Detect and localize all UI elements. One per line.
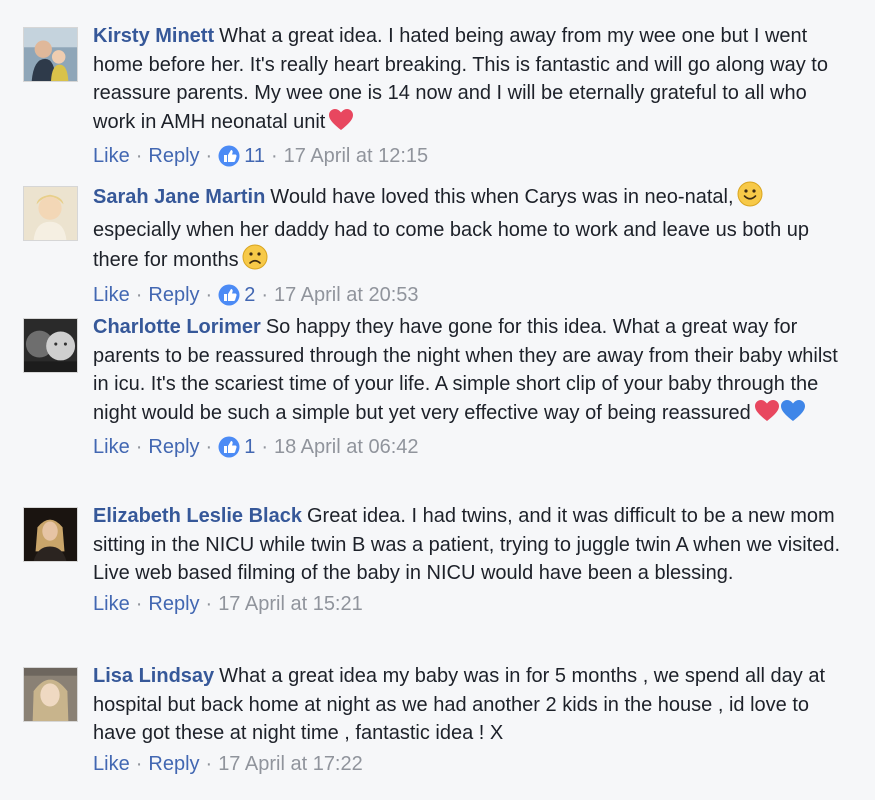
like-link[interactable]: Like <box>93 593 130 615</box>
reply-link[interactable]: Reply <box>148 145 199 167</box>
comment-author[interactable]: Charlotte Lorimer <box>93 316 261 338</box>
avatar[interactable] <box>23 186 78 241</box>
like-reaction-icon[interactable] <box>218 436 240 466</box>
like-link[interactable]: Like <box>93 753 130 775</box>
comment-timestamp[interactable]: 17 April at 12:15 <box>284 145 429 167</box>
red-heart-icon <box>754 399 780 432</box>
reaction-count[interactable]: 1 <box>244 436 255 458</box>
comment-actions: Like · Reply · 1 · 18 April at 06:42 <box>93 433 853 466</box>
red-heart-icon <box>328 108 354 141</box>
reply-link[interactable]: Reply <box>148 436 199 458</box>
comment-author[interactable]: Sarah Jane Martin <box>93 186 265 208</box>
comment-timestamp[interactable]: 17 April at 15:21 <box>218 593 363 615</box>
reaction-count[interactable]: 11 <box>244 145 265 167</box>
comment-text: especially when her daddy had to come ba… <box>93 218 809 272</box>
comment-actions: Like · Reply · 2 · 17 April at 20:53 <box>93 281 853 314</box>
comment-timestamp[interactable]: 17 April at 17:22 <box>218 753 363 775</box>
reply-link[interactable]: Reply <box>148 284 199 306</box>
comment-author[interactable]: Lisa Lindsay <box>93 665 214 687</box>
comments-list: Kirsty Minett What a great idea. I hated … <box>0 0 875 800</box>
avatar-photo <box>24 508 77 561</box>
blue-heart-icon <box>780 399 806 432</box>
sad-face-icon <box>242 244 268 279</box>
comment-actions: Like · Reply · 11 · 17 April at 12:15 <box>93 142 853 175</box>
comment-author[interactable]: Kirsty Minett <box>93 25 214 47</box>
comment-timestamp[interactable]: 17 April at 20:53 <box>274 284 419 306</box>
smiley-face-icon <box>737 181 763 216</box>
reaction-count[interactable]: 2 <box>244 284 255 306</box>
avatar-photo <box>24 319 77 372</box>
avatar[interactable] <box>23 27 78 82</box>
like-link[interactable]: Like <box>93 284 130 306</box>
comment-timestamp[interactable]: 18 April at 06:42 <box>274 436 419 458</box>
like-reaction-icon[interactable] <box>218 145 240 175</box>
reply-link[interactable]: Reply <box>148 593 199 615</box>
avatar[interactable] <box>23 507 78 562</box>
comment-actions: Like · Reply · 17 April at 17:22 <box>93 752 363 775</box>
like-link[interactable]: Like <box>93 436 130 458</box>
comment-text: Would have loved this when Carys was in … <box>270 186 734 208</box>
reply-link[interactable]: Reply <box>148 753 199 775</box>
avatar-photo <box>24 668 77 721</box>
like-link[interactable]: Like <box>93 145 130 167</box>
comment-author[interactable]: Elizabeth Leslie Black <box>93 505 302 527</box>
avatar-photo <box>24 187 77 240</box>
avatar[interactable] <box>23 667 78 722</box>
comment-actions: Like · Reply · 17 April at 15:21 <box>93 592 363 615</box>
avatar-photo <box>24 28 77 81</box>
like-reaction-icon[interactable] <box>218 284 240 314</box>
avatar[interactable] <box>23 318 78 373</box>
